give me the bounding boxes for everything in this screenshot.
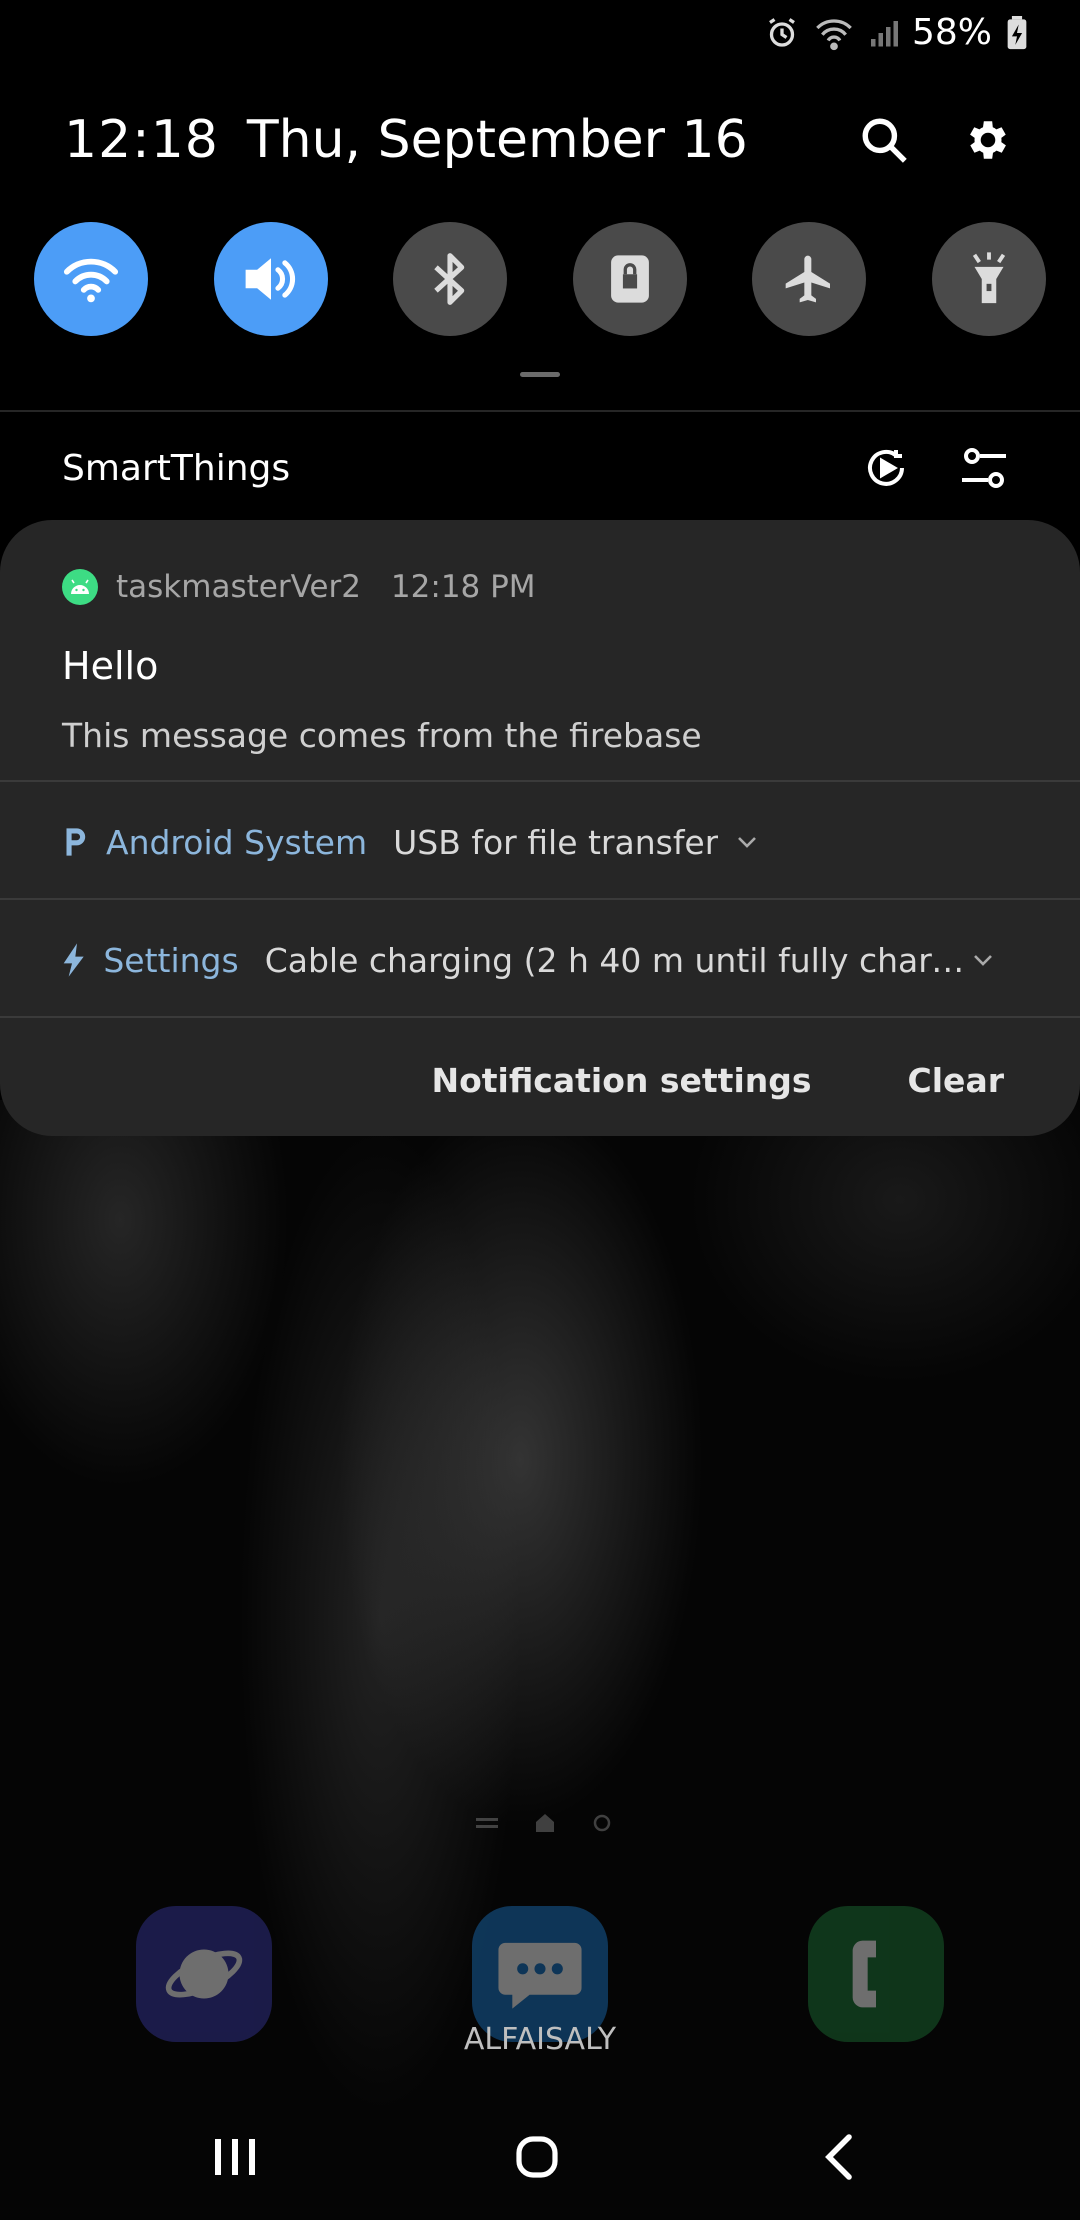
wifi-signal-icon	[814, 15, 854, 51]
divider	[0, 898, 1080, 900]
notification-source: Android System	[106, 822, 368, 862]
phone-icon	[852, 1940, 876, 2008]
notification-app-name: taskmasterVer2	[116, 569, 361, 605]
airplane-toggle[interactable]	[752, 222, 867, 336]
notification-settings-button[interactable]: Notification settings	[431, 1061, 811, 1100]
clock: 12:18	[64, 110, 219, 170]
bluetooth-toggle[interactable]	[393, 222, 508, 336]
search-icon	[862, 118, 907, 163]
notification-header: taskmasterVer2 12:18 PM	[62, 566, 1018, 608]
gear-icon	[970, 121, 1006, 159]
clear-button[interactable]: Clear	[908, 1061, 1004, 1100]
back-icon	[825, 2134, 852, 2180]
wifi-toggle[interactable]	[34, 222, 148, 336]
header-actions	[856, 112, 1016, 168]
screen-lock-toggle[interactable]	[572, 222, 687, 336]
back-button[interactable]	[794, 2112, 884, 2202]
dock-app-label: ALFAISALY	[463, 2022, 617, 2057]
status-icons: 58%	[764, 12, 1028, 53]
recents-icon	[215, 2139, 255, 2175]
bluetooth-icon	[434, 253, 465, 305]
smartthings-label: SmartThings	[62, 447, 291, 489]
chevron-down-icon[interactable]	[966, 943, 1000, 977]
notification-panel: taskmasterVer2 12:18 PM Hello This messa…	[0, 520, 1080, 1136]
cell-signal-icon	[868, 18, 898, 48]
notification-time: 12:18 PM	[390, 569, 536, 605]
panel-header: 12:18 Thu, September 16	[64, 100, 1040, 180]
flashlight-toggle[interactable]	[931, 222, 1046, 336]
navigation-bar	[0, 2112, 1080, 2202]
status-bar: 58%	[0, 0, 1080, 64]
airplane-icon	[786, 255, 831, 303]
divider	[0, 1016, 1080, 1018]
sound-toggle[interactable]	[213, 222, 328, 336]
notification-text: This message comes from the firebase	[62, 716, 702, 755]
notification-card[interactable]: taskmasterVer2 12:18 PM Hello This messa…	[62, 566, 1018, 755]
panel-actions: Notification settings Clear	[431, 1061, 1004, 1100]
smartthings-row: SmartThings	[62, 440, 1010, 496]
message-bubble-icon	[498, 1942, 582, 2009]
flashlight-icon	[972, 252, 1006, 304]
panel-drag-handle[interactable]	[520, 372, 560, 377]
search-button[interactable]	[856, 112, 912, 168]
device-control-icon[interactable]	[958, 444, 1010, 492]
recent-apps-button[interactable]	[190, 2112, 280, 2202]
settings-button[interactable]	[960, 112, 1016, 168]
quick-toggles	[34, 222, 1046, 336]
notification-source: Settings	[103, 940, 239, 980]
planet-icon	[165, 1949, 243, 1999]
notification-title: Hello	[62, 644, 159, 688]
divider	[0, 410, 1080, 412]
divider	[0, 780, 1080, 782]
smartthings-actions	[862, 444, 1010, 492]
notification-message: USB for file transfer	[393, 822, 719, 862]
android-app-icon	[62, 569, 98, 605]
usb-parking-icon	[66, 828, 86, 856]
battery-percent: 58%	[911, 12, 992, 53]
lock-icon	[610, 255, 649, 303]
notification-settings-charging[interactable]: Settings Cable charging (2 h 40 m until …	[62, 930, 984, 990]
wifi-icon	[63, 258, 119, 303]
menu-lines-icon	[476, 1818, 498, 1828]
home-page-icon	[536, 1814, 554, 1832]
notification-android-system[interactable]: Android System USB for file transfer	[62, 812, 984, 872]
alarm-icon	[764, 15, 800, 51]
page-dot-icon	[593, 1814, 611, 1832]
home-button[interactable]	[492, 2112, 582, 2202]
page-indicator	[476, 1812, 612, 1834]
battery-charging-icon	[1006, 15, 1028, 50]
notification-message: Cable charging (2 h 40 m until fully cha…	[264, 940, 984, 980]
date: Thu, September 16	[246, 110, 748, 170]
volume-icon	[245, 258, 295, 300]
bolt-icon	[63, 943, 84, 977]
media-output-icon[interactable]	[862, 444, 910, 492]
chevron-down-icon[interactable]	[730, 825, 764, 859]
home-icon	[516, 2136, 558, 2178]
